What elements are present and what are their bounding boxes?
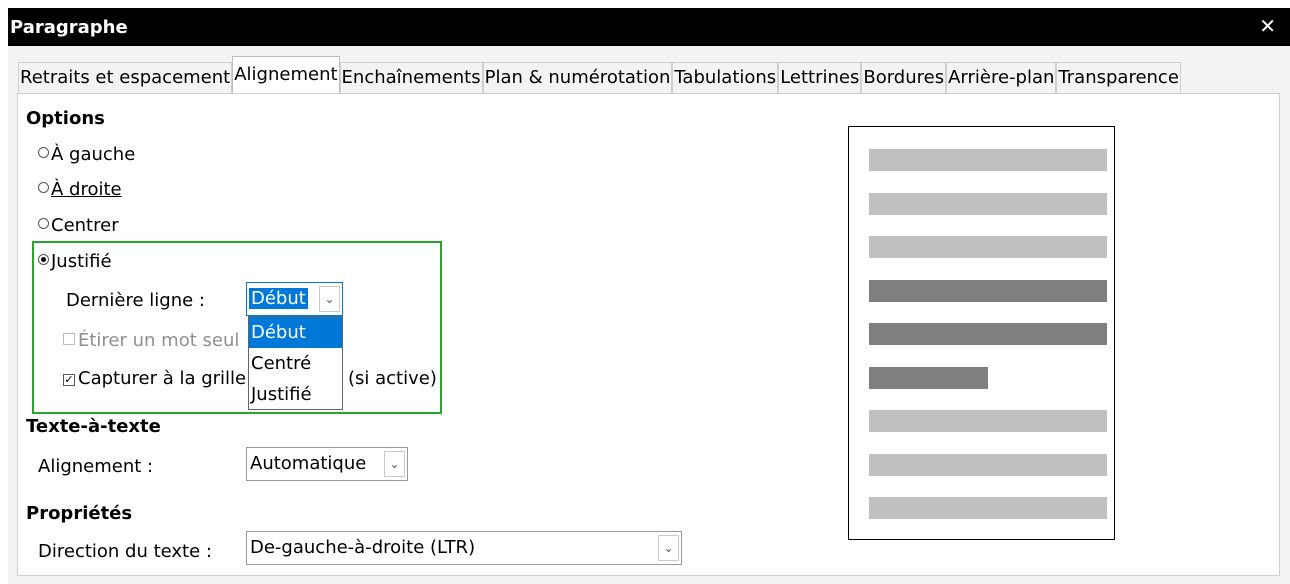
- chevron-down-icon[interactable]: ⌄: [658, 535, 679, 561]
- tab-tabulations[interactable]: Tabulations: [672, 62, 779, 94]
- radio-a-gauche-label: À gauche: [51, 144, 136, 165]
- close-icon[interactable]: ✕: [1259, 14, 1276, 38]
- snap-grid-checkbox[interactable]: ✓ Capturer à la grille: [63, 368, 246, 389]
- radio-button-icon: [38, 147, 49, 158]
- preview-line: [869, 453, 1107, 476]
- options-heading: Options: [26, 108, 105, 129]
- chevron-down-icon[interactable]: ⌄: [384, 451, 405, 477]
- tab-retraits-espacement[interactable]: Retraits et espacement: [18, 62, 233, 94]
- direction-value: De-gauche-à-droite (LTR): [250, 537, 476, 558]
- checkbox-checked-icon: ✓: [63, 373, 75, 386]
- snap-grid-label: Capturer à la grille: [78, 368, 247, 389]
- radio-button-icon: [38, 182, 49, 193]
- preview-line: [869, 366, 988, 389]
- alignment-label: Alignement :: [38, 456, 154, 477]
- preview-line: [869, 323, 1107, 345]
- dropdown-option-centre[interactable]: Centré: [249, 348, 342, 379]
- tab-bordures[interactable]: Bordures: [861, 62, 947, 94]
- direction-label: Direction du texte :: [38, 541, 212, 562]
- stretch-word-checkbox: Étirer un mot seul: [63, 330, 239, 351]
- radio-centrer-label: Centrer: [51, 215, 119, 236]
- stretch-word-label: Étirer un mot seul: [78, 330, 240, 351]
- dropdown-option-justifie[interactable]: Justifié: [249, 379, 342, 410]
- radio-centrer[interactable]: Centrer: [38, 215, 119, 236]
- last-line-value: Début: [249, 288, 308, 309]
- preview-line: [869, 236, 1107, 258]
- dropdown-option-debut[interactable]: Début: [249, 317, 342, 348]
- preview-line: [869, 497, 1107, 519]
- preview-line: [869, 279, 1107, 302]
- alignment-preview: [848, 126, 1115, 540]
- snap-grid-suffix: (si active): [348, 368, 437, 389]
- radio-justifie-label: Justifié: [51, 251, 112, 272]
- radio-button-icon: [38, 218, 49, 229]
- preview-line: [869, 410, 1107, 432]
- direction-combo[interactable]: De-gauche-à-droite (LTR) ⌄: [246, 531, 682, 565]
- alignment-value: Automatique: [250, 453, 367, 474]
- chevron-down-icon[interactable]: ⌄: [319, 286, 340, 312]
- last-line-dropdown: Début Centré Justifié: [248, 316, 343, 410]
- last-line-label: Dernière ligne :: [66, 290, 205, 311]
- radio-a-droite-label: À droite: [51, 179, 122, 200]
- tab-alignement[interactable]: Alignement: [232, 56, 340, 94]
- radio-a-gauche[interactable]: À gauche: [38, 144, 135, 165]
- properties-heading: Propriétés: [26, 503, 133, 524]
- radio-button-checked-icon: [38, 254, 49, 265]
- tab-plan-numerotation[interactable]: Plan & numérotation: [482, 62, 673, 94]
- tab-lettrines[interactable]: Lettrines: [778, 62, 862, 94]
- title-bar: Paragraphe ✕: [8, 8, 1290, 46]
- tab-strip: Retraits et espacement Alignement Enchaî…: [18, 56, 1181, 94]
- last-line-combo[interactable]: Début ⌄: [246, 282, 343, 316]
- tab-arriere-plan[interactable]: Arrière-plan: [946, 62, 1057, 94]
- checkbox-icon: [63, 333, 75, 345]
- radio-a-droite[interactable]: À droite: [38, 179, 122, 200]
- text-to-text-heading: Texte-à-texte: [26, 416, 161, 437]
- window-title: Paragraphe: [10, 17, 128, 38]
- radio-justifie[interactable]: Justifié: [38, 251, 112, 272]
- tab-enchainements[interactable]: Enchaînements: [339, 62, 483, 94]
- preview-line: [869, 192, 1107, 215]
- preview-line: [869, 149, 1107, 171]
- alignment-combo[interactable]: Automatique ⌄: [246, 447, 408, 481]
- tab-transparence[interactable]: Transparence: [1056, 62, 1181, 94]
